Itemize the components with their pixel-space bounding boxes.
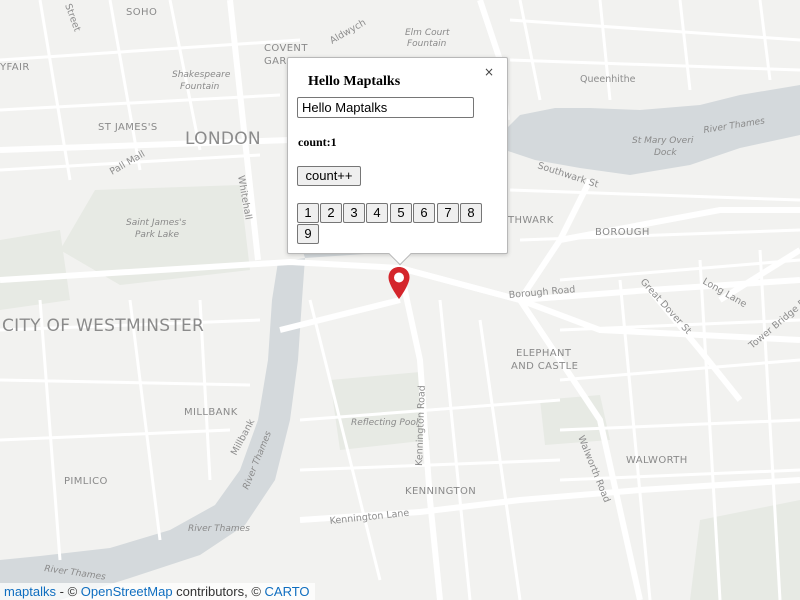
landmark-st-mary-2: Dock [654, 148, 677, 158]
carto-link[interactable]: CARTO [265, 584, 310, 599]
place-pimlico: PIMLICO [64, 476, 108, 487]
landmark-elm-court-1: Elm Court [405, 28, 450, 38]
landmark-elm-court-2: Fountain [407, 39, 447, 49]
info-popup: × Hello Maptalks count:1 count++ 1 2 3 4… [287, 57, 508, 266]
landmark-river-thames-3: River Thames [188, 524, 250, 534]
place-westminster: CITY OF WESTMINSTER [2, 316, 204, 336]
landmark-shakespeare-2: Fountain [180, 82, 220, 92]
number-button-9[interactable]: 9 [297, 224, 319, 244]
place-kennington: KENNINGTON [405, 486, 476, 497]
place-elephant-1: ELEPHANT [516, 348, 572, 359]
count-label: count:1 [298, 135, 337, 149]
place-southwark: THWARK [507, 215, 554, 226]
place-borough: BOROUGH [595, 227, 650, 238]
attribution-separator-2: contributors, © [172, 584, 265, 599]
number-button-1[interactable]: 1 [297, 203, 319, 223]
number-button-2[interactable]: 2 [320, 203, 342, 223]
number-button-6[interactable]: 6 [413, 203, 435, 223]
landmark-saint-james-1: Saint James's [126, 218, 186, 228]
number-button-4[interactable]: 4 [366, 203, 388, 223]
popup-title: Hello Maptalks [308, 74, 401, 89]
popup-text-input[interactable] [297, 97, 474, 118]
count-increment-button[interactable]: count++ [297, 166, 361, 186]
place-london: LONDON [185, 129, 261, 149]
number-button-5[interactable]: 5 [390, 203, 412, 223]
place-soho: SOHO [126, 7, 157, 18]
place-covent-garden-2: GAR [264, 56, 287, 67]
landmark-shakespeare-1: Shakespeare [172, 70, 231, 80]
number-button-7[interactable]: 7 [437, 203, 459, 223]
map-pin-icon[interactable] [387, 266, 411, 300]
map-attribution: maptalks - © OpenStreetMap contributors,… [0, 583, 315, 600]
landmark-st-mary-1: St Mary Overi [632, 136, 694, 146]
number-button-8[interactable]: 8 [460, 203, 482, 223]
place-walworth: WALWORTH [626, 455, 688, 466]
attribution-separator-1: - © [56, 584, 81, 599]
landmark-reflecting-pool: Reflecting Pool [351, 418, 419, 428]
place-millbank: MILLBANK [184, 407, 238, 418]
place-elephant-2: AND CASTLE [511, 361, 578, 372]
place-covent-garden-1: COVENT [264, 43, 308, 54]
maptalks-link[interactable]: maptalks [4, 584, 56, 599]
place-mayfair: YFAIR [0, 62, 30, 73]
openstreetmap-link[interactable]: OpenStreetMap [81, 584, 173, 599]
close-icon[interactable]: × [484, 66, 494, 78]
place-st-james: ST JAMES'S [98, 122, 158, 133]
landmark-saint-james-2: Park Lake [135, 230, 179, 240]
number-button-3[interactable]: 3 [343, 203, 365, 223]
road-label-queenhithe: Queenhithe [580, 74, 636, 85]
